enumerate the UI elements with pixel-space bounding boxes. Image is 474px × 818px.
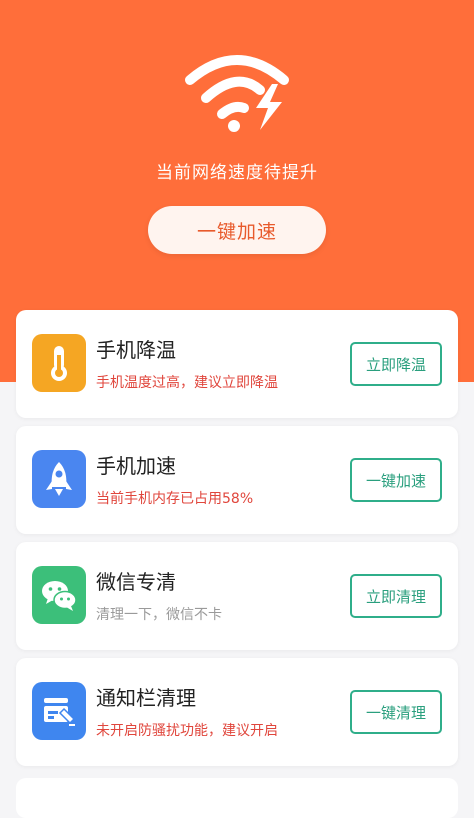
card-wechat-clean: 微信专清 清理一下，微信不卡 立即清理 [16,542,458,650]
cool-now-button[interactable]: 立即降温 [350,342,442,386]
card-description: 手机温度过高，建议立即降温 [96,375,278,391]
notification-clean-icon [32,682,86,740]
rocket-icon [32,450,86,508]
card-notification-clean: 通知栏清理 未开启防骚扰功能，建议开启 一键清理 [16,658,458,766]
card-description: 清理一下，微信不卡 [96,607,222,623]
card-title: 手机降温 [96,338,176,362]
clean-notifications-button[interactable]: 一键清理 [350,690,442,734]
boost-now-button[interactable]: 一键加速 [350,458,442,502]
network-boost-button[interactable]: 一键加速 [148,206,326,254]
card-description: 未开启防骚扰功能，建议开启 [96,723,278,739]
wifi-lightning-icon [182,46,292,138]
network-status-text: 当前网络速度待提升 [156,163,318,183]
card-title: 通知栏清理 [96,686,196,710]
card-phone-boost: 手机加速 当前手机内存已占用58% 一键加速 [16,426,458,534]
wechat-icon [32,566,86,624]
thermometer-icon [32,334,86,392]
card-title: 微信专清 [96,570,176,594]
card-title: 手机加速 [96,454,176,478]
clean-now-button[interactable]: 立即清理 [350,574,442,618]
card-phone-cooling: 手机降温 手机温度过高，建议立即降温 立即降温 [16,310,458,418]
card-description: 当前手机内存已占用58% [96,491,254,507]
next-card-peek [16,778,458,818]
